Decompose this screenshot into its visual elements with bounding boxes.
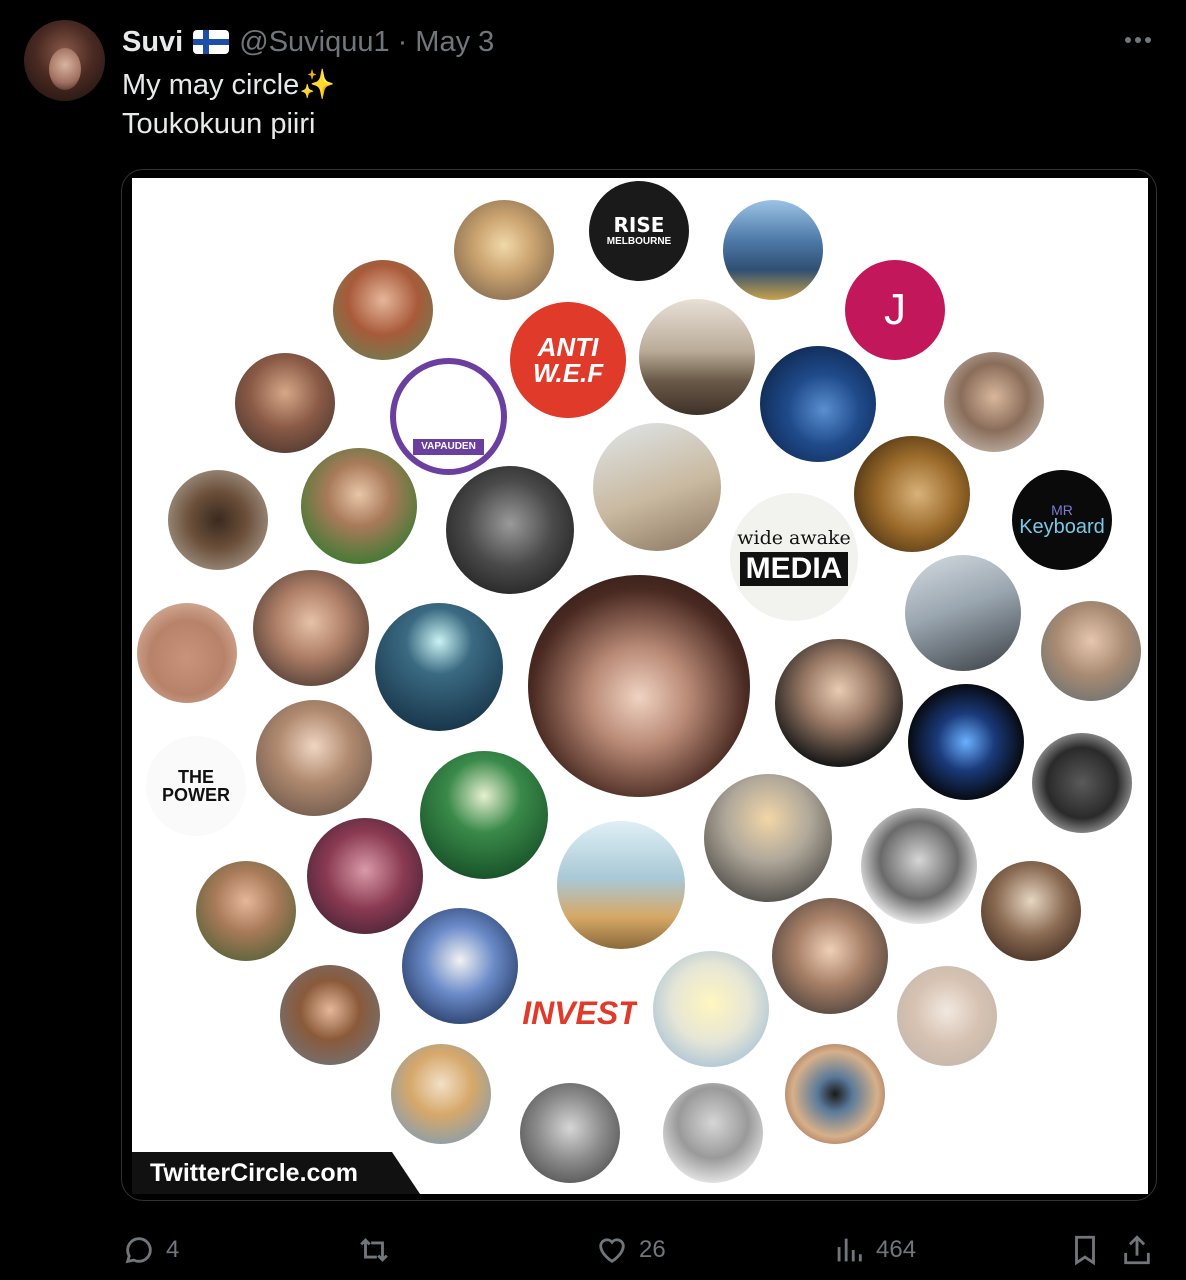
circle-avatar: [981, 861, 1081, 961]
vapauden-liitto-avatar: VAPAUDEN: [390, 358, 507, 475]
power-label: POWER: [161, 785, 230, 805]
circle-avatar: [446, 466, 574, 594]
keyboard-label: Keyboard: [1019, 516, 1105, 538]
circle-avatar: [1032, 733, 1132, 833]
circle-avatar: [663, 1083, 763, 1183]
circle-avatar: [137, 603, 237, 703]
twitter-circle-image: RISE MELBOURNE J ANTI W.E.F VAPAUDEN wid…: [132, 178, 1148, 1194]
invest-avatar: INVEST: [522, 955, 638, 1071]
circle-avatar: [235, 353, 335, 453]
circle-avatar: [1041, 601, 1141, 701]
circle-avatar: [454, 200, 554, 300]
wef-label: W.E.F: [532, 358, 604, 388]
circle-avatar: [653, 951, 769, 1067]
views-button[interactable]: 464: [832, 1228, 916, 1272]
circle-avatar: [253, 570, 369, 686]
circle-avatar: [375, 603, 503, 731]
author-handle[interactable]: @Suviquu1: [239, 26, 389, 59]
circle-avatar: [168, 470, 268, 570]
circle-avatar: [772, 898, 888, 1014]
retweet-button[interactable]: [357, 1228, 401, 1272]
circle-avatar: [420, 751, 548, 879]
circle-avatar: [897, 966, 997, 1066]
views-count: 464: [876, 1236, 917, 1263]
mr-keyboard-avatar: MR Keyboard: [1012, 470, 1112, 570]
circle-avatar: [391, 1044, 491, 1144]
flag-icon: [193, 30, 230, 54]
author-avatar[interactable]: [24, 20, 105, 101]
j-label: J: [884, 285, 906, 334]
circle-avatar: [775, 639, 903, 767]
share-icon: [1124, 1235, 1150, 1265]
invest-label: INVEST: [522, 995, 638, 1031]
separator: ·: [397, 25, 408, 58]
circle-avatar: [593, 423, 721, 551]
circle-avatar: [908, 684, 1024, 800]
watermark-label: TwitterCircle.com: [132, 1152, 420, 1194]
bookmark-button[interactable]: [1068, 1228, 1102, 1272]
circle-avatar: [196, 861, 296, 961]
circle-avatar: [256, 700, 372, 816]
wide-awake-label: wide awake: [737, 526, 851, 549]
j-avatar: J: [845, 260, 945, 360]
tweet-text-line2: Toukokuun piiri: [122, 108, 316, 140]
circle-avatar: [402, 908, 518, 1024]
circle-avatar: [280, 965, 380, 1065]
circle-avatar: [520, 1083, 620, 1183]
anti-wef-avatar: ANTI W.E.F: [510, 302, 626, 418]
like-count: 26: [639, 1236, 666, 1263]
circle-avatar: [861, 808, 977, 924]
circle-avatar: [301, 448, 417, 564]
vapauden-label: VAPAUDEN: [413, 439, 484, 455]
like-icon: [599, 1238, 625, 1264]
circle-avatar: [639, 299, 755, 415]
reply-button[interactable]: 4: [122, 1228, 179, 1272]
circle-avatar: [905, 555, 1021, 671]
circle-avatar: [854, 436, 970, 552]
views-icon: [837, 1238, 862, 1262]
bookmark-icon: [1075, 1235, 1095, 1266]
author-name[interactable]: Suvi: [122, 26, 183, 59]
tweet-text: My may circle: [122, 69, 300, 101]
tweet-date[interactable]: May 3: [415, 26, 494, 59]
main-avatar: [528, 575, 750, 797]
circle-avatar: [333, 260, 433, 360]
action-bar: 4 26 464: [0, 1228, 1186, 1272]
tweet-header: Suvi @Suviquu1 · May 3: [122, 24, 494, 60]
circle-avatar: [944, 352, 1044, 452]
like-button[interactable]: 26: [595, 1228, 666, 1272]
wide-awake-media-avatar: wide awake MEDIA: [730, 493, 858, 621]
sparkles-icon: ✨: [299, 69, 336, 101]
share-button[interactable]: [1120, 1228, 1154, 1272]
melbourne-label: MELBOURNE: [606, 236, 672, 247]
rise-melbourne-avatar: RISE MELBOURNE: [589, 181, 689, 281]
more-icon[interactable]: [1120, 30, 1156, 50]
tweet-media[interactable]: RISE MELBOURNE J ANTI W.E.F VAPAUDEN wid…: [121, 169, 1157, 1201]
tweet-text-line1: My may circle✨: [122, 68, 335, 102]
circle-avatar: [760, 346, 876, 462]
circle-avatar: [785, 1044, 885, 1144]
reply-icon: [125, 1237, 152, 1264]
media-label: MEDIA: [739, 551, 849, 586]
the-power-avatar: THE POWER: [146, 736, 246, 836]
circle-avatar: [723, 200, 823, 300]
circle-avatar: [704, 774, 832, 902]
the-label: THE: [178, 767, 214, 787]
retweet-icon: [360, 1238, 388, 1262]
anti-label: ANTI: [537, 332, 599, 362]
circle-avatar: [557, 821, 685, 949]
mr-label: MR: [1051, 502, 1073, 518]
rise-label: RISE: [613, 213, 665, 237]
reply-count: 4: [166, 1236, 180, 1263]
circle-avatar: [307, 818, 423, 934]
